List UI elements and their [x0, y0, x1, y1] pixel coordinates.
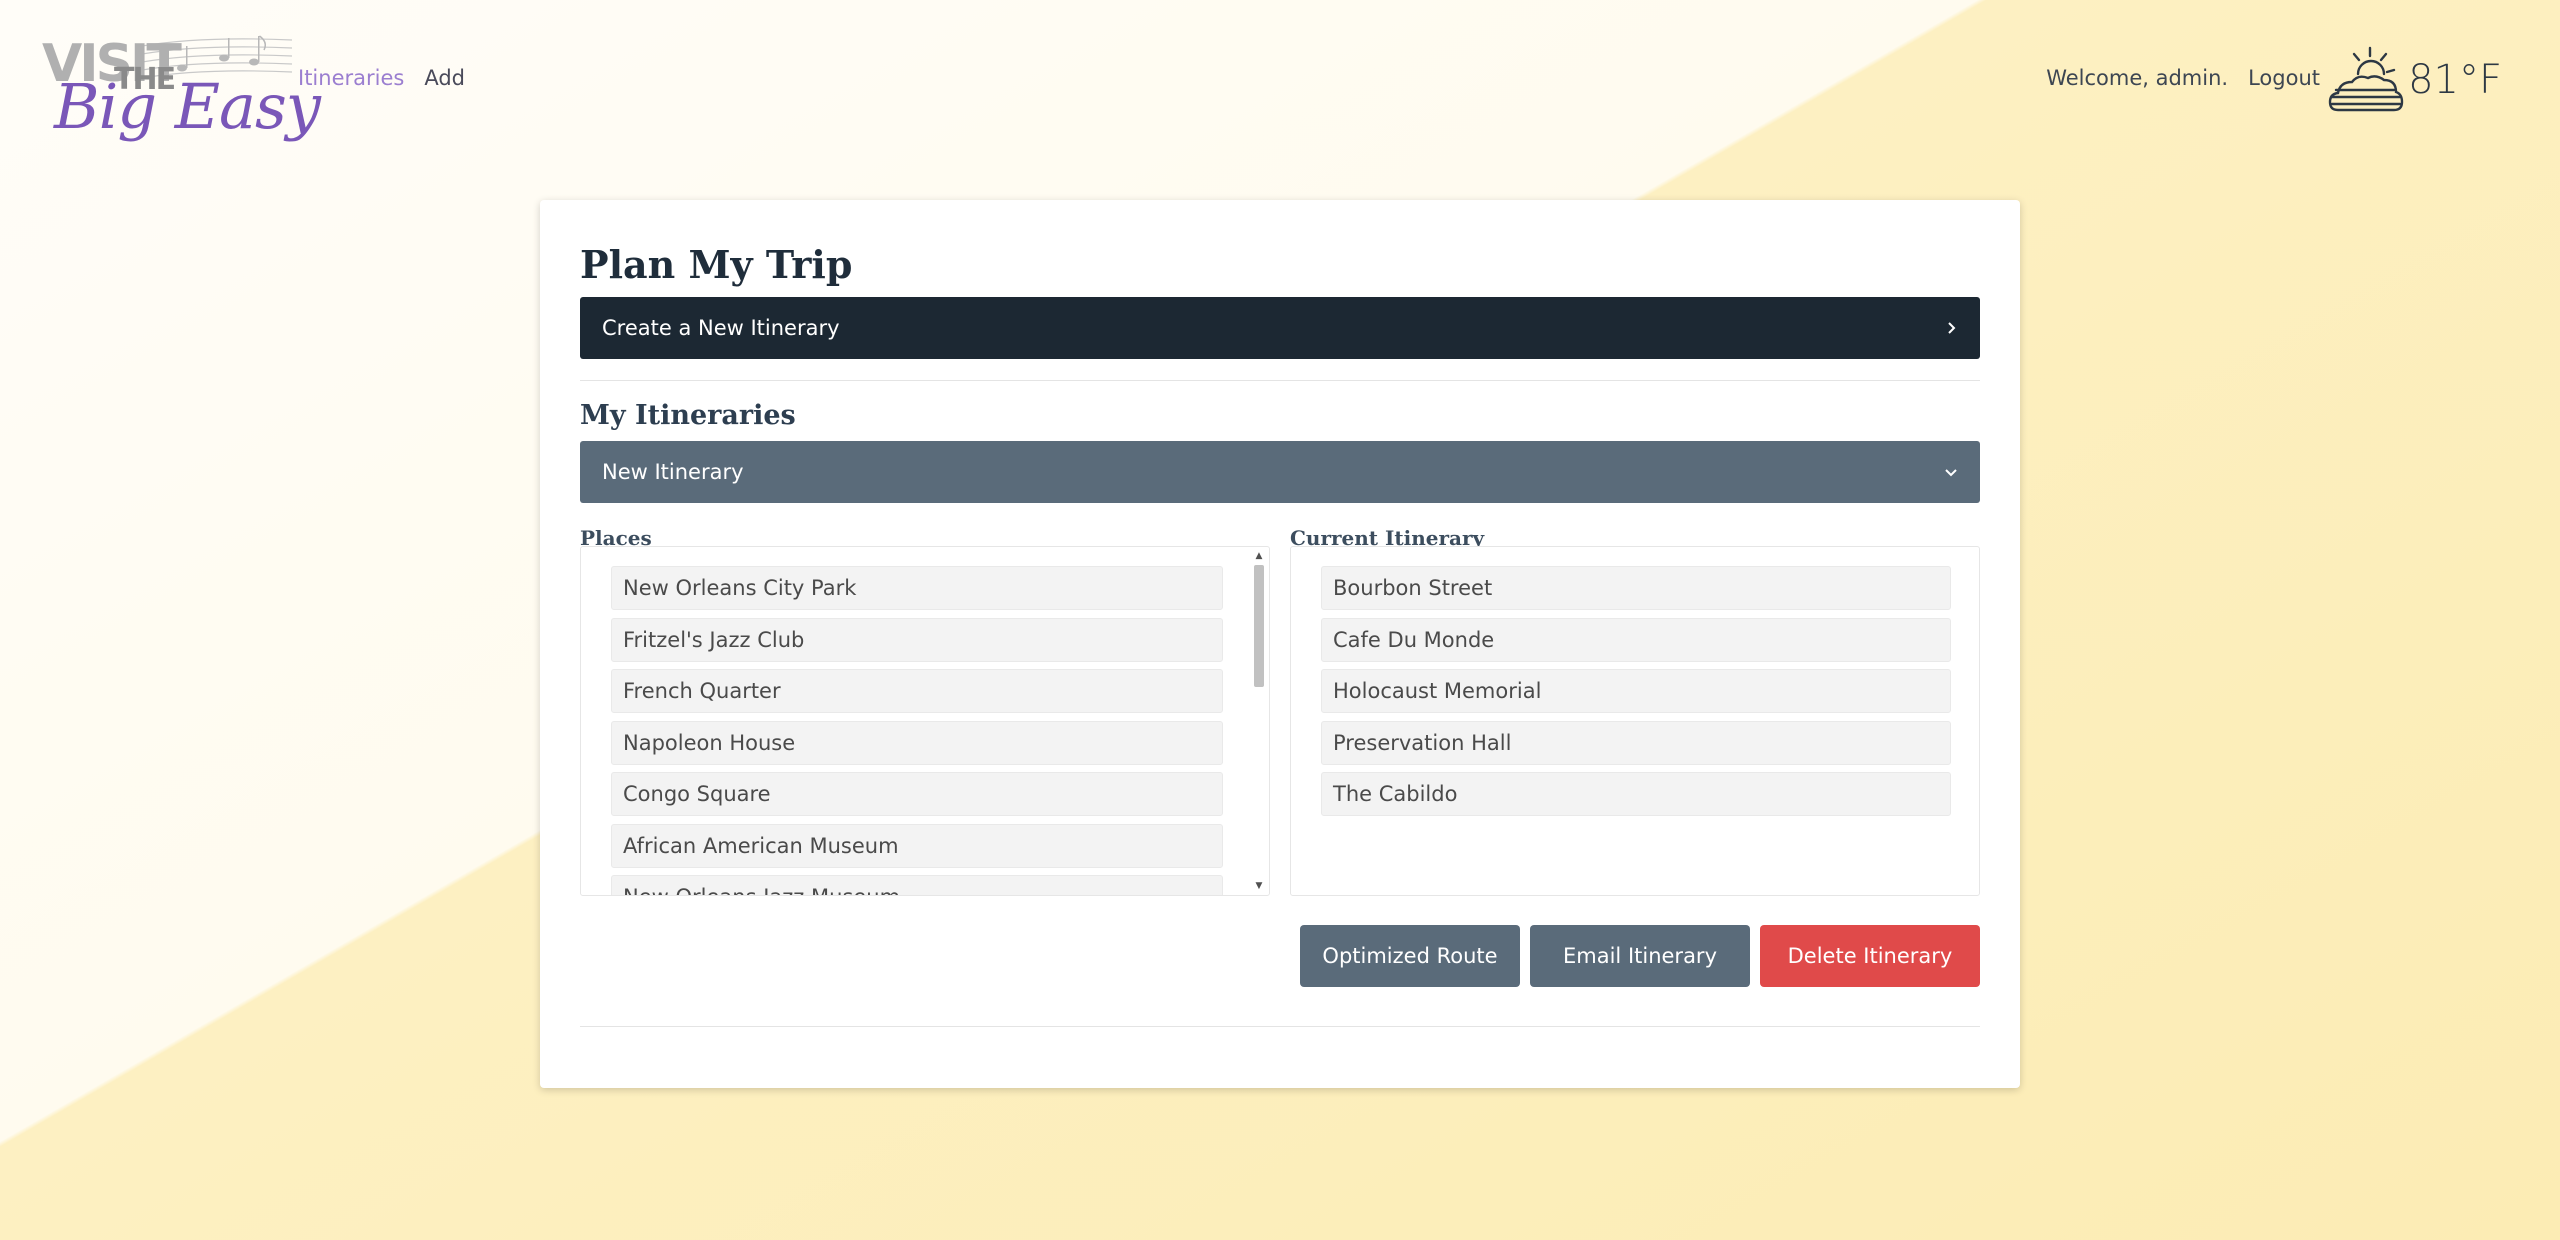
current-itinerary-list[interactable]: Bourbon Street Cafe Du Monde Holocaust M…: [1290, 546, 1980, 896]
scroll-down-arrow-icon[interactable]: ▼: [1251, 879, 1267, 893]
itinerary-select-bar[interactable]: New Itinerary: [580, 441, 1980, 503]
main-nav: Itineraries Add: [298, 66, 465, 90]
partly-sunny-cloud-icon: [2328, 46, 2404, 112]
welcome-text: Welcome, admin.: [2046, 66, 2229, 90]
places-list[interactable]: New Orleans City Park Fritzel's Jazz Clu…: [580, 546, 1270, 896]
place-item[interactable]: Napoleon House: [611, 720, 1223, 765]
chevron-right-icon: [1948, 322, 1956, 334]
place-item[interactable]: French Quarter: [611, 669, 1223, 713]
scroll-up-arrow-icon[interactable]: ▲: [1251, 549, 1267, 563]
optimized-route-button[interactable]: Optimized Route: [1300, 925, 1520, 987]
place-item[interactable]: Congo Square: [611, 772, 1223, 816]
scrollbar-thumb[interactable]: [1254, 565, 1264, 687]
logout-link[interactable]: Logout: [2248, 66, 2320, 90]
nav-link-add[interactable]: Add: [424, 66, 465, 90]
email-itinerary-button[interactable]: Email Itinerary: [1530, 925, 1750, 987]
selected-itinerary-label: New Itinerary: [602, 460, 744, 484]
my-itineraries-heading: My Itineraries: [580, 400, 796, 431]
section-divider: [580, 380, 1980, 381]
chevron-down-icon: [1945, 469, 1957, 477]
weather-widget: 81°F: [2328, 44, 2502, 116]
itinerary-item[interactable]: Holocaust Memorial: [1321, 669, 1951, 713]
places-scrollbar[interactable]: ▲ ▼: [1251, 549, 1267, 893]
place-item[interactable]: New Orleans Jazz Museum: [611, 875, 1223, 895]
user-menu: Welcome, admin. Logout: [2046, 66, 2320, 90]
itinerary-item[interactable]: Preservation Hall: [1321, 720, 1951, 765]
temperature-text: 81°F: [2408, 57, 2502, 103]
itinerary-item[interactable]: The Cabildo: [1321, 772, 1951, 816]
itinerary-item[interactable]: Bourbon Street: [1321, 566, 1951, 610]
place-item[interactable]: Fritzel's Jazz Club: [611, 617, 1223, 662]
place-item[interactable]: New Orleans City Park: [611, 566, 1223, 610]
logo-text-big-easy: Big Easy: [54, 70, 321, 143]
itinerary-item[interactable]: Cafe Du Monde: [1321, 617, 1951, 662]
site-logo[interactable]: VISIT THE Big Easy: [42, 20, 321, 143]
place-item[interactable]: African American Museum: [611, 823, 1223, 868]
create-itinerary-bar[interactable]: Create a New Itinerary: [580, 297, 1980, 359]
nav-link-itineraries[interactable]: Itineraries: [298, 66, 404, 90]
top-navbar: VISIT THE Big Easy Itineraries Add Welco…: [0, 0, 2560, 160]
create-itinerary-label: Create a New Itinerary: [602, 316, 840, 340]
page-title: Plan My Trip: [580, 242, 853, 287]
bottom-divider: [580, 1026, 1980, 1027]
plan-trip-card: Plan My Trip Create a New Itinerary My I…: [540, 200, 2020, 1088]
delete-itinerary-button[interactable]: Delete Itinerary: [1760, 925, 1980, 987]
